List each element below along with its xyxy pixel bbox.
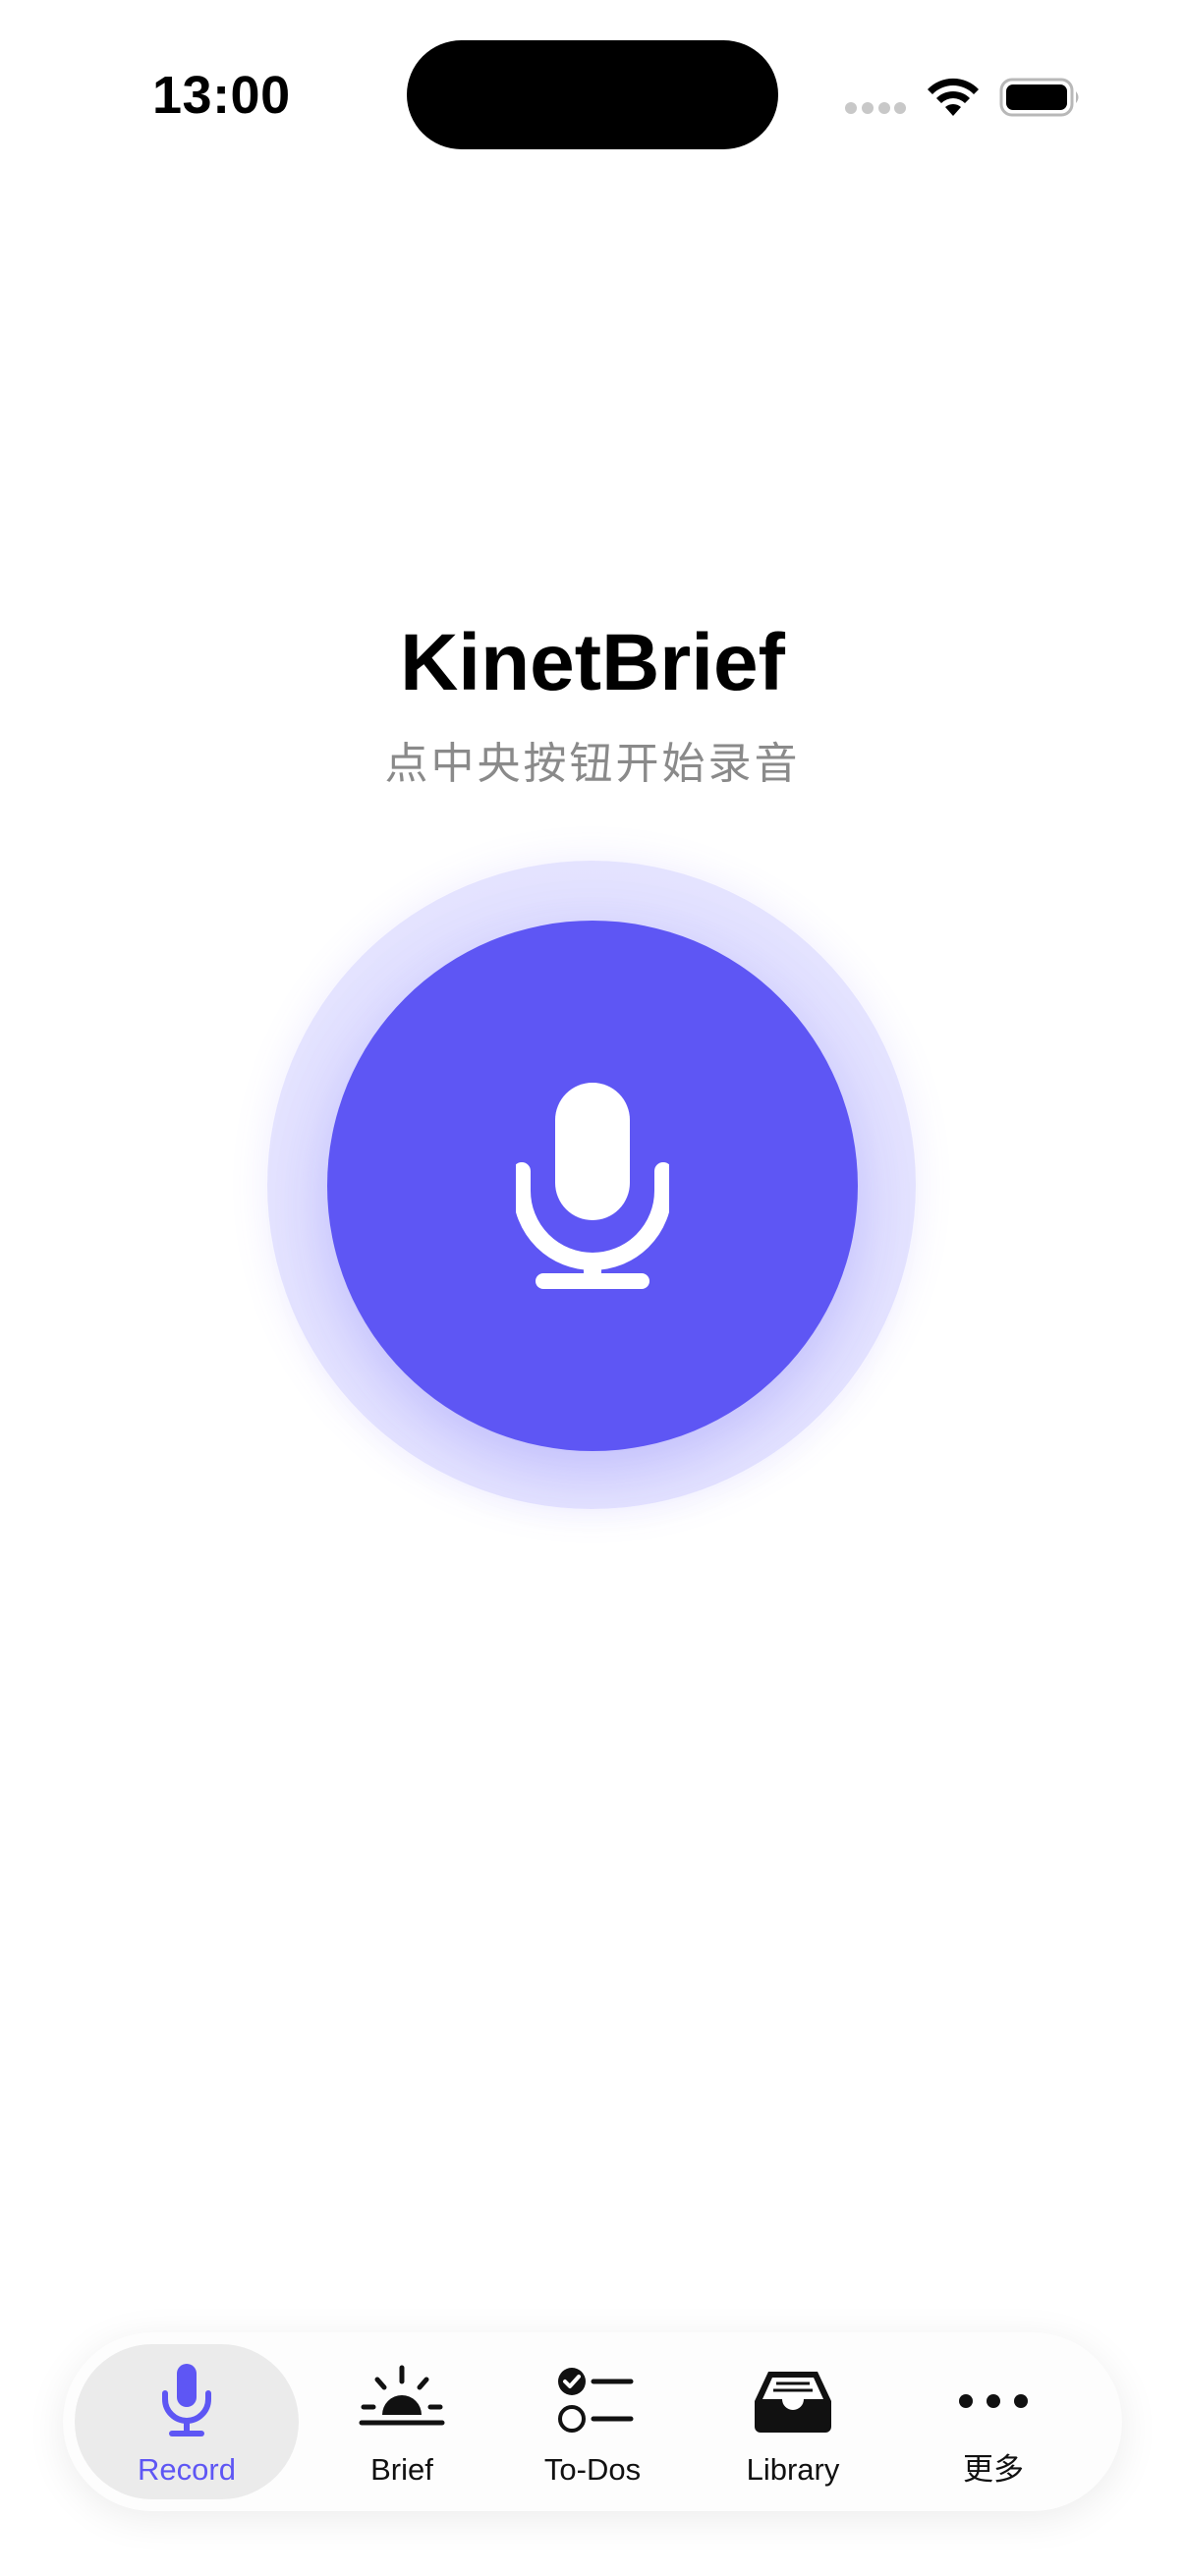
status-time: 13:00 xyxy=(152,66,291,125)
tab-library[interactable]: Library xyxy=(681,2344,905,2499)
status-indicators xyxy=(845,73,1081,120)
dynamic-island xyxy=(407,40,778,149)
battery-icon xyxy=(999,78,1079,117)
sunrise-icon xyxy=(359,2365,445,2426)
tab-label: Library xyxy=(746,2452,840,2487)
app-subtitle: 点中央按钮开始录音 xyxy=(384,739,801,789)
tab-record[interactable]: Record xyxy=(75,2344,299,2499)
checklist-icon xyxy=(558,2368,634,2433)
tray-icon xyxy=(755,2372,831,2433)
record-button[interactable] xyxy=(327,921,858,1451)
cellular-signal-icon xyxy=(845,102,906,114)
microphone-icon xyxy=(516,1083,669,1289)
tab-to-dos[interactable]: To-Dos xyxy=(480,2344,705,2499)
tab-bar: Record Brief To-Dos Library 更多 xyxy=(63,2332,1122,2511)
app-title: KinetBrief xyxy=(400,618,785,707)
tab-label: Record xyxy=(138,2452,236,2487)
more-icon xyxy=(959,2394,1028,2408)
tab-more[interactable]: 更多 xyxy=(881,2344,1105,2499)
tab-label: 更多 xyxy=(963,2452,1024,2488)
tab-label: To-Dos xyxy=(543,2452,642,2487)
microphone-icon xyxy=(162,2364,211,2436)
wifi-icon xyxy=(928,78,979,116)
